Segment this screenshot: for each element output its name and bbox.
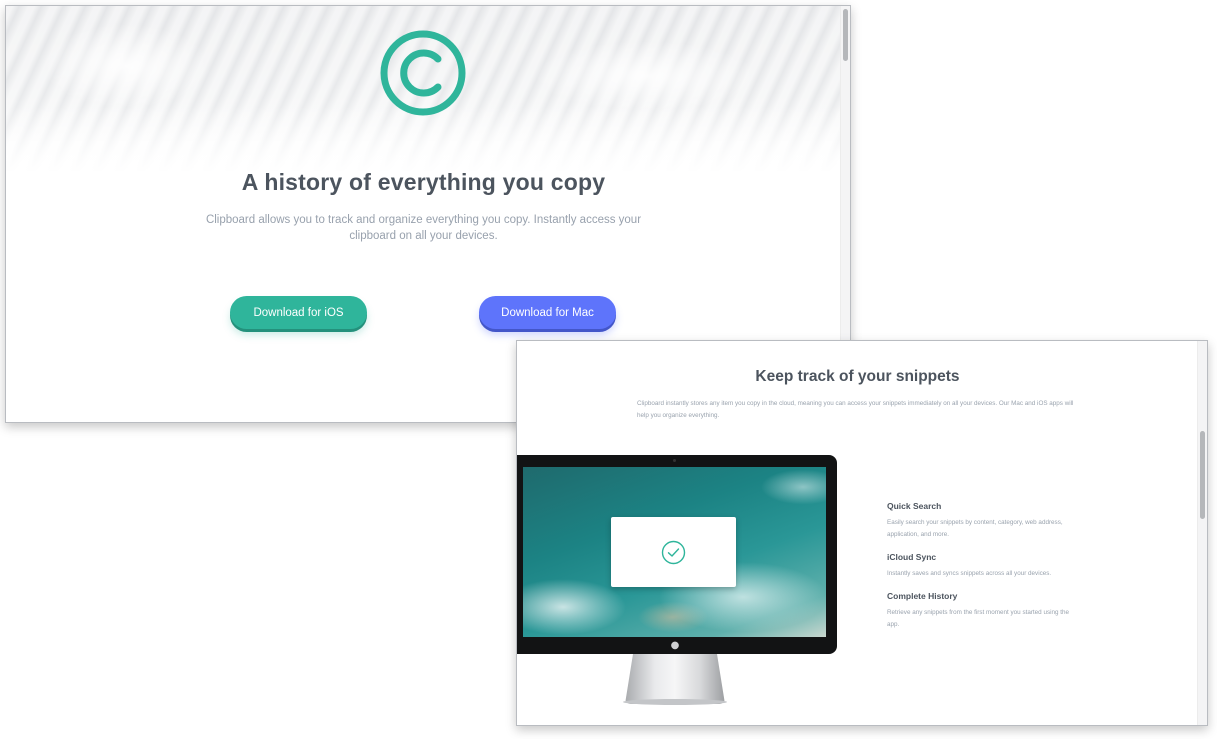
apple-logo-icon: ● (670, 640, 680, 651)
monitor-screen (523, 467, 826, 637)
download-ios-button[interactable]: Download for iOS (230, 296, 367, 329)
confirmation-card (611, 517, 736, 587)
scrollbar-thumb[interactable] (1200, 431, 1205, 519)
feature-title: Complete History (887, 591, 958, 601)
download-mac-button[interactable]: Download for Mac (479, 296, 616, 329)
feature-item: iCloud Sync Instantly saves and syncs sn… (887, 552, 1072, 580)
copyright-logo-icon (380, 30, 466, 116)
feature-list: Quick Search Easily search your snippets… (887, 501, 1072, 642)
monitor-bezel: ● (517, 455, 837, 654)
scrollbar-thumb[interactable] (843, 9, 848, 61)
hero-subtitle: Clipboard allows you to track and organi… (205, 214, 642, 242)
snippets-title: Keep track of your snippets (755, 368, 960, 385)
feature-text: Retrieve any snippets from the first mom… (887, 609, 1069, 628)
feature-title: iCloud Sync (887, 552, 937, 562)
check-circle-icon (661, 540, 686, 565)
feature-item: Complete History Retrieve any snippets f… (887, 591, 1072, 631)
snippets-window: Keep track of your snippets Clipboard in… (516, 340, 1208, 726)
monitor-illustration: ● (517, 455, 839, 707)
feature-text: Easily search your snippets by content, … (887, 519, 1063, 538)
snippets-subtitle: Clipboard instantly stores any item you … (637, 400, 1074, 419)
feature-title: Quick Search (887, 501, 942, 511)
feature-text: Instantly saves and syncs snippets acros… (887, 570, 1052, 577)
scrollbar[interactable] (1197, 341, 1207, 725)
hero-title: A history of everything you copy (241, 169, 606, 195)
monitor-stand (625, 654, 725, 704)
feature-item: Quick Search Easily search your snippets… (887, 501, 1072, 541)
